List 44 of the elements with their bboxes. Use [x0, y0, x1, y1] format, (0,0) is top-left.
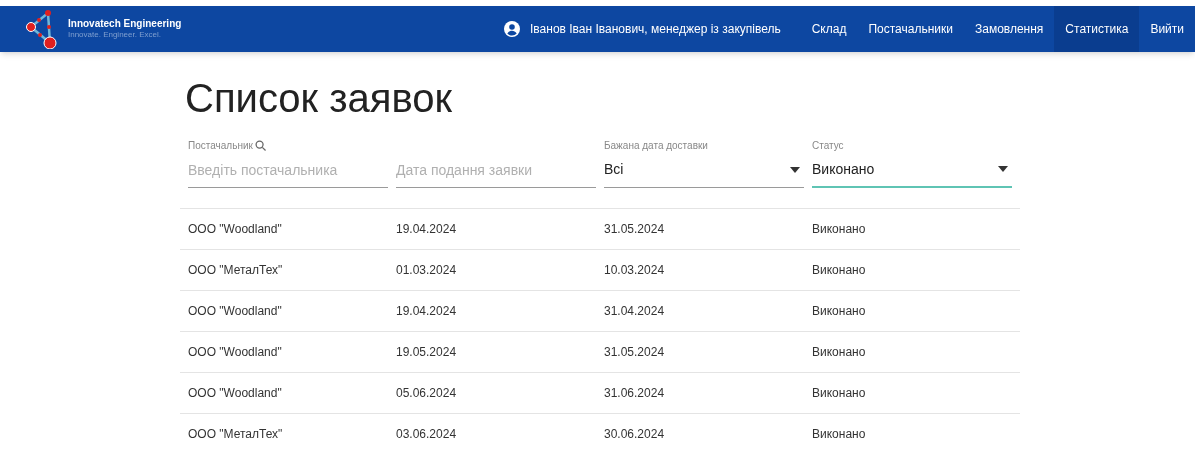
table-cell-text: 31.05.2024: [604, 221, 666, 238]
user-name: Іванов Іван Іванович, менеджер із закупівель: [530, 21, 781, 38]
caret-icon: [998, 166, 1008, 172]
nav-link[interactable]: Статистика: [1054, 6, 1140, 52]
table-cell-text: 19.05.2024: [396, 344, 458, 361]
user-icon: [504, 21, 520, 37]
input-field[interactable]: Введіть постачальника: [188, 152, 388, 188]
table-cell-text: 03.06.2024: [396, 426, 458, 443]
field-label: Статус: [812, 138, 844, 153]
field-label: Бажана дата доставки: [604, 138, 708, 153]
table-cell-text: ООО "Woodland": [188, 303, 283, 320]
brand-name: Innovatech Engineering: [68, 17, 182, 31]
table-cell-text: 31.05.2024: [604, 344, 666, 361]
table-cell-text: Виконано: [812, 385, 867, 402]
nav-link[interactable]: Замовлення: [964, 6, 1055, 52]
input-field[interactable]: Дата подання заявки: [396, 152, 596, 188]
table-cell-text: ООО "МеталТех": [188, 426, 284, 443]
table-cell-text: 31.04.2024: [604, 303, 666, 320]
select-field[interactable]: Всі: [604, 152, 804, 188]
caret-icon: [790, 166, 800, 173]
table-cell-text: 01.03.2024: [396, 262, 458, 279]
table-cell-text: 31.06.2024: [604, 385, 666, 402]
table-cell-text: Виконано: [812, 303, 867, 320]
table-cell-text: 19.04.2024: [396, 303, 458, 320]
nav-link[interactable]: Склад: [800, 6, 858, 52]
table-cell-text: 30.06.2024: [604, 426, 666, 443]
page-title: Список заявок: [185, 75, 453, 122]
table-cell-text: ООО "Woodland": [188, 385, 283, 402]
table-cell-text: ООО "Woodland": [188, 344, 283, 361]
table-cell-text: ООО "Woodland": [188, 221, 283, 238]
nav-link[interactable]: Постачальники: [857, 6, 964, 52]
search-icon: [254, 139, 266, 151]
table-cell-text: 19.04.2024: [396, 221, 458, 238]
brand-tagline: Innovate. Engineer. Excel.: [68, 30, 162, 41]
table-cell-text: Виконано: [812, 221, 867, 238]
table-cell-text: Виконано: [812, 426, 867, 443]
table-cell-text: 05.06.2024: [396, 385, 458, 402]
table-cell-text: Виконано: [812, 344, 867, 361]
table-cell-text: ООО "МеталТех": [188, 262, 284, 279]
select-field[interactable]: Виконано: [812, 152, 1012, 188]
field-label: Постачальник: [188, 138, 253, 153]
nav-link[interactable]: Вийти: [1139, 6, 1195, 52]
table-cell-text: 10.03.2024: [604, 262, 666, 279]
table-cell-text: Виконано: [812, 262, 867, 279]
